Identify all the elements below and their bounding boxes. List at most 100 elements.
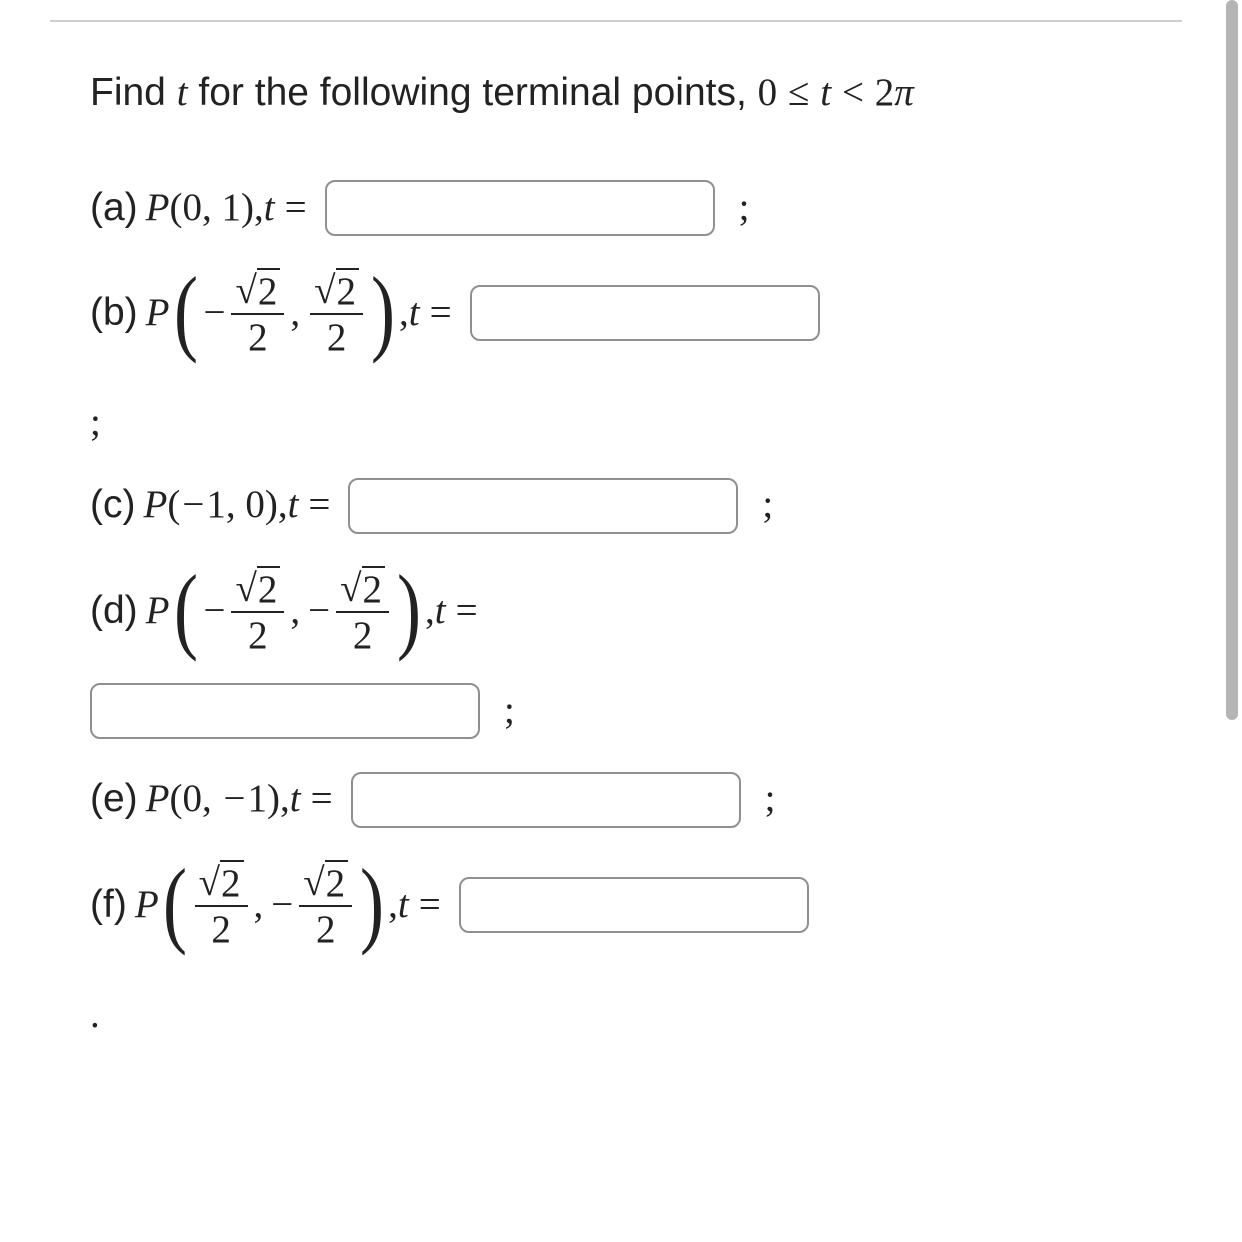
trailing-comma: , <box>280 770 290 829</box>
radicand: 2 <box>362 566 386 609</box>
item-b: (b) P ( − √2 2 , √2 2 <box>90 267 1172 360</box>
fraction-bar <box>231 611 284 613</box>
radicand: 2 <box>257 268 281 311</box>
denominator: 2 <box>349 615 377 658</box>
coord-comma: , <box>290 284 300 343</box>
scrollbar-thumb[interactable] <box>1226 0 1238 720</box>
t-var: t <box>288 476 299 535</box>
item-b-tag: (b) <box>90 284 138 343</box>
P-letter: P <box>146 179 170 238</box>
denominator: 2 <box>312 909 340 952</box>
P-letter: P <box>146 770 170 829</box>
radicand: 2 <box>336 268 360 311</box>
minus-sign: − <box>271 876 293 935</box>
minus-sign: − <box>308 582 330 641</box>
range-lt: < <box>842 71 864 114</box>
item-e: (e) P(0, −1), t= ; <box>90 770 1172 829</box>
item-d-tag: (d) <box>90 582 138 641</box>
fraction-bar <box>299 905 352 907</box>
coord-comma: , <box>202 770 212 829</box>
item-d-point: P ( − √2 2 , − √2 2 ) <box>146 565 488 658</box>
answer-input-a[interactable] <box>325 180 715 236</box>
range-le: ≤ <box>788 71 809 114</box>
P-letter: P <box>146 582 170 641</box>
big-close-paren: ) <box>397 566 421 652</box>
P-letter: P <box>143 476 167 535</box>
radical-symbol: √ <box>303 863 324 902</box>
equals: = <box>311 770 333 829</box>
denominator: 2 <box>244 317 272 360</box>
prompt-lead: Find <box>90 71 177 114</box>
equals: = <box>419 876 441 935</box>
semi-d: ; <box>504 682 515 741</box>
equals: = <box>285 179 307 238</box>
semi-c: ; <box>762 476 773 535</box>
answer-input-d[interactable] <box>90 683 480 739</box>
item-d: (d) P ( − √2 2 , − √2 2 <box>90 565 1172 658</box>
question-content: Find t for the following terminal points… <box>90 64 1172 1044</box>
radical-symbol: √ <box>235 271 256 310</box>
top-divider <box>50 20 1182 22</box>
coord-comma: , <box>254 876 264 935</box>
radical-symbol: √ <box>199 863 220 902</box>
trailing-comma: , <box>254 179 264 238</box>
question-prompt: Find t for the following terminal points… <box>90 64 1172 123</box>
item-c-tag: (c) <box>90 476 135 535</box>
radicand: 2 <box>325 860 349 903</box>
range-two: 2 <box>875 71 895 114</box>
radical-symbol: √ <box>314 271 335 310</box>
P-letter: P <box>135 876 159 935</box>
item-e-point: P(0, −1), t= <box>146 770 343 829</box>
minus-sign: − <box>203 284 225 343</box>
y-val: 1 <box>248 770 268 829</box>
semi-b: ; <box>90 394 1172 453</box>
close-paren: ) <box>267 770 280 829</box>
coord-comma: , <box>290 582 300 641</box>
sqrt-icon: √2 <box>314 268 359 311</box>
prompt-var-t: t <box>177 71 188 114</box>
answer-input-e[interactable] <box>351 772 741 828</box>
item-d-answer-row: ; <box>90 682 1172 741</box>
answer-input-c[interactable] <box>348 478 738 534</box>
big-close-paren: ) <box>360 860 384 946</box>
answer-input-b[interactable] <box>470 285 820 341</box>
big-open-paren: ( <box>163 860 187 946</box>
range-pi: π <box>894 71 914 114</box>
open-paren: ( <box>170 770 183 829</box>
item-a-tag: (a) <box>90 179 138 238</box>
scrollbar-track[interactable] <box>1224 0 1242 1242</box>
x-val: 0 <box>183 179 203 238</box>
equals: = <box>456 582 478 641</box>
t-var: t <box>435 582 446 641</box>
big-close-paren: ) <box>371 268 395 354</box>
frac-b2: √2 2 <box>310 267 363 360</box>
fraction-bar <box>310 313 363 315</box>
open-paren: ( <box>167 476 180 535</box>
sqrt-icon: √2 <box>303 860 348 903</box>
trailing-comma: , <box>399 284 409 343</box>
sqrt-icon: √2 <box>340 566 385 609</box>
frac-d2: √2 2 <box>336 565 389 658</box>
open-paren: ( <box>170 179 183 238</box>
P-letter: P <box>146 284 170 343</box>
minus-sign: − <box>182 476 204 535</box>
y-val: 0 <box>245 476 265 535</box>
radical-symbol: √ <box>340 569 361 608</box>
sqrt-icon: √2 <box>235 566 280 609</box>
fraction-bar <box>231 313 284 315</box>
item-f-dot: . <box>90 986 1172 1045</box>
radicand: 2 <box>257 566 281 609</box>
denominator: 2 <box>244 615 272 658</box>
item-f-tag: (f) <box>90 876 127 935</box>
t-var: t <box>290 770 301 829</box>
answer-input-f[interactable] <box>459 877 809 933</box>
trailing-comma: , <box>278 476 288 535</box>
page: Find t for the following terminal points… <box>0 0 1242 1242</box>
sqrt-icon: √2 <box>235 268 280 311</box>
equals: = <box>308 476 330 535</box>
range-zero: 0 <box>758 71 778 114</box>
item-a: (a) P(0, 1), t= ; <box>90 179 1172 238</box>
denominator: 2 <box>323 317 351 360</box>
sqrt-icon: √2 <box>199 860 244 903</box>
x-val: 1 <box>206 476 226 535</box>
